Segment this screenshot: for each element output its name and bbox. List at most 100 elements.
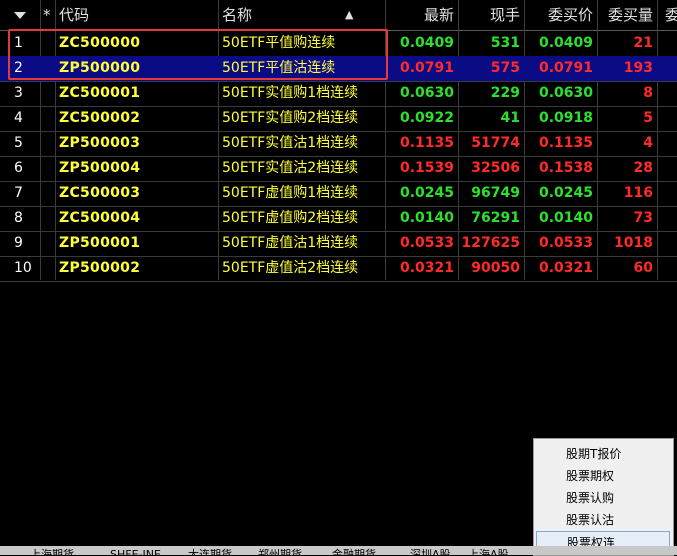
table-row[interactable]: 10 ZP500002 50ETF虚值沽2档连续 0.0321 90050 0.0321 6… xyxy=(0,256,677,282)
market-tab[interactable]: 大连期货 xyxy=(188,546,232,555)
row-code: ZP500002 xyxy=(59,260,141,276)
row-name: 50ETF实值购1档连续 xyxy=(222,85,359,101)
row-bid-price: 0.0630 xyxy=(538,85,593,101)
row-bid-volume: 28 xyxy=(633,160,653,176)
row-code: ZC500004 xyxy=(59,210,141,226)
market-tab[interactable]: 深圳A股 xyxy=(410,546,451,555)
table-row[interactable]: 8 ZC500004 50ETF虚值购2档连续 0.0140 76291 0.0140 73 xyxy=(0,206,677,232)
row-code: ZP500004 xyxy=(59,160,141,176)
header-volume[interactable]: 现手 xyxy=(458,0,524,30)
row-volume: 41 xyxy=(500,110,520,126)
menu-item[interactable]: 股票认购 xyxy=(536,487,670,509)
row-volume: 575 xyxy=(490,60,520,76)
row-number: 8 xyxy=(14,210,23,226)
table-row[interactable]: 3 ZC500001 50ETF实值购1档连续 0.0630 229 0.0630 8 xyxy=(0,81,677,107)
row-bid-volume: 8 xyxy=(643,85,653,101)
table-row[interactable]: 1 ZC500000 50ETF平值购连续 0.0409 531 0.0409 21 xyxy=(0,31,677,57)
quote-table-window: * 代码 名称 ▲ 最新 现手 委买价 委买量 委 1 ZC500000 50ETF… xyxy=(0,0,677,556)
row-name: 50ETF平值购连续 xyxy=(222,35,336,51)
row-number: 7 xyxy=(14,185,23,201)
row-last-price: 0.0409 xyxy=(399,35,454,51)
row-bid-volume: 21 xyxy=(633,35,653,51)
header-more[interactable]: 委 xyxy=(657,0,677,30)
menu-item[interactable]: 股票认沽 xyxy=(536,509,670,531)
row-name: 50ETF虚值沽1档连续 xyxy=(222,235,359,251)
row-volume: 127625 xyxy=(461,235,520,251)
row-code: ZC500000 xyxy=(59,35,141,51)
row-number: 6 xyxy=(14,160,23,176)
row-name: 50ETF实值购2档连续 xyxy=(222,110,359,126)
row-bid-volume: 1018 xyxy=(614,235,653,251)
header-name[interactable]: 名称 xyxy=(218,0,385,30)
chevron-down-icon xyxy=(14,12,26,19)
row-code: ZC500002 xyxy=(59,110,141,126)
row-number: 9 xyxy=(14,235,23,251)
header-star[interactable]: * xyxy=(40,0,55,30)
row-last-price: 0.0245 xyxy=(399,185,454,201)
row-last-price: 0.0791 xyxy=(399,60,454,76)
header-last[interactable]: 最新 xyxy=(385,0,458,30)
row-bid-volume: 116 xyxy=(623,185,653,201)
row-number: 5 xyxy=(14,135,23,151)
table-row[interactable]: 5 ZP500003 50ETF实值沽1档连续 0.1135 51774 0.1135 4 xyxy=(0,131,677,157)
header-code[interactable]: 代码 xyxy=(55,0,218,30)
market-tab[interactable]: 上海期货 xyxy=(30,546,74,555)
row-volume: 90050 xyxy=(471,260,520,276)
row-bid-volume: 5 xyxy=(643,110,653,126)
row-number: 1 xyxy=(14,35,23,51)
row-last-price: 0.0630 xyxy=(399,85,454,101)
row-volume: 229 xyxy=(490,85,520,101)
row-volume: 32506 xyxy=(471,160,520,176)
row-bid-volume: 60 xyxy=(633,260,653,276)
menu-item[interactable]: 股票期权 xyxy=(536,465,670,487)
row-bid-price: 0.1135 xyxy=(538,135,593,151)
row-number: 10 xyxy=(14,260,32,276)
row-last-price: 0.1539 xyxy=(399,160,454,176)
column-menu-button[interactable] xyxy=(0,0,40,30)
row-name: 50ETF实值沽2档连续 xyxy=(222,160,359,176)
row-volume: 531 xyxy=(490,35,520,51)
row-bid-price: 0.0321 xyxy=(538,260,593,276)
row-name: 50ETF虚值购1档连续 xyxy=(222,185,359,201)
row-number: 4 xyxy=(14,110,23,126)
row-code: ZC500003 xyxy=(59,185,141,201)
sort-asc-icon: ▲ xyxy=(345,8,354,21)
row-code: ZP500003 xyxy=(59,135,141,151)
table-row[interactable]: 6 ZP500004 50ETF实值沽2档连续 0.1539 32506 0.1538 28 xyxy=(0,156,677,182)
context-menu: 股期T报价 股票期权 股票认购 股票认沽 股票权连 xyxy=(533,438,674,556)
table-row[interactable]: 2 ZP500000 50ETF平值沽连续 0.0791 575 0.0791 193 xyxy=(0,56,677,82)
row-code: ZC500001 xyxy=(59,85,141,101)
market-tab[interactable]: 金融期货 xyxy=(332,546,376,555)
header-bid-volume[interactable]: 委买量 xyxy=(597,0,657,30)
menu-item[interactable]: 股期T报价 xyxy=(536,443,670,465)
header-bid[interactable]: 委买价 xyxy=(524,0,597,30)
market-tab[interactable]: SHFE-INE xyxy=(110,546,161,555)
row-bid-price: 0.0409 xyxy=(538,35,593,51)
row-bid-price: 0.0533 xyxy=(538,235,593,251)
table-row[interactable]: 4 ZC500002 50ETF实值购2档连续 0.0922 41 0.0918 5 xyxy=(0,106,677,132)
row-bid-volume: 73 xyxy=(633,210,653,226)
row-bid-price: 0.0245 xyxy=(538,185,593,201)
row-last-price: 0.0922 xyxy=(399,110,454,126)
row-name: 50ETF虚值购2档连续 xyxy=(222,210,359,226)
row-volume: 51774 xyxy=(471,135,520,151)
row-bid-price: 0.0918 xyxy=(538,110,593,126)
market-tab[interactable]: 郑州期货 xyxy=(258,546,302,555)
row-number: 2 xyxy=(14,60,23,76)
row-volume: 76291 xyxy=(471,210,520,226)
row-bid-price: 0.0791 xyxy=(538,60,593,76)
row-bid-price: 0.0140 xyxy=(538,210,593,226)
row-code: ZP500001 xyxy=(59,235,141,251)
table-header: * 代码 名称 ▲ 最新 现手 委买价 委买量 委 xyxy=(0,0,677,31)
row-bid-volume: 193 xyxy=(623,60,653,76)
row-name: 50ETF虚值沽2档连续 xyxy=(222,260,359,276)
market-tab[interactable]: 上海A股 xyxy=(468,546,509,555)
row-number: 3 xyxy=(14,85,23,101)
row-name: 50ETF实值沽1档连续 xyxy=(222,135,359,151)
row-last-price: 0.0140 xyxy=(399,210,454,226)
market-tab-bar: 上海期货 SHFE-INE 大连期货 郑州期货 金融期货 深圳A股 上海A股 xyxy=(0,546,677,555)
table-row[interactable]: 7 ZC500003 50ETF虚值购1档连续 0.0245 96749 0.0245 11… xyxy=(0,181,677,207)
row-last-price: 0.0533 xyxy=(399,235,454,251)
row-last-price: 0.0321 xyxy=(399,260,454,276)
table-row[interactable]: 9 ZP500001 50ETF虚值沽1档连续 0.0533 127625 0.0533 1… xyxy=(0,231,677,257)
